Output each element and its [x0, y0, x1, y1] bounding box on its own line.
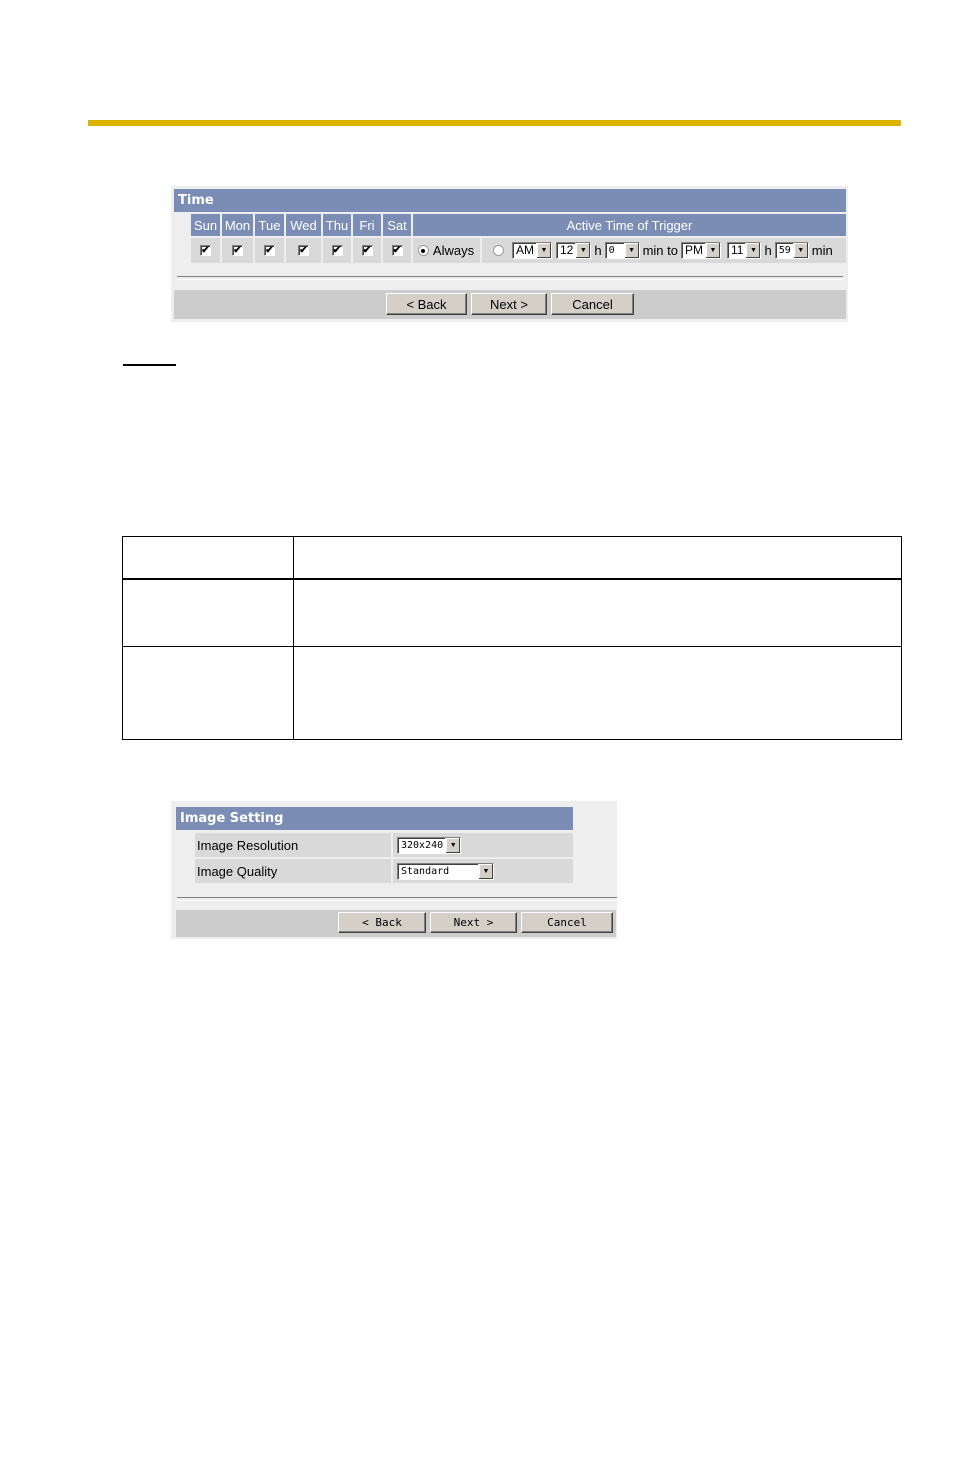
- back-button[interactable]: < Back: [386, 293, 467, 315]
- day-cell-tue: ✔: [255, 238, 284, 263]
- end-min-select[interactable]: 59 ▼: [774, 242, 809, 259]
- min-to-label: min to: [642, 243, 678, 258]
- chevron-down-icon: ▼: [478, 863, 493, 879]
- next-button[interactable]: Next >: [430, 912, 517, 933]
- checkbox-tue[interactable]: ✔: [264, 245, 275, 256]
- separator: [177, 897, 617, 901]
- checkbox-thu[interactable]: ✔: [331, 245, 343, 256]
- day-cell-mon: ✔: [222, 238, 253, 263]
- start-min-select[interactable]: 0 ▼: [604, 242, 640, 259]
- next-button[interactable]: Next >: [471, 293, 547, 315]
- end-ampm-select[interactable]: PM ▼: [681, 242, 721, 259]
- image-panel-title: Image Setting: [176, 807, 573, 830]
- checkbox-sat[interactable]: ✔: [391, 245, 403, 256]
- chevron-down-icon: ▼: [705, 243, 720, 258]
- day-cell-sat: ✔: [383, 238, 411, 263]
- table-header-cell: [123, 537, 293, 578]
- day-header-fri: Fri: [353, 214, 381, 236]
- chevron-down-icon: ▼: [445, 837, 461, 853]
- time-range-radio[interactable]: [493, 245, 504, 256]
- day-cell-sun: ✔: [191, 238, 220, 263]
- table-cell: [294, 580, 901, 646]
- start-hour-select[interactable]: 12 ▼: [556, 242, 592, 259]
- cancel-button[interactable]: Cancel: [551, 293, 634, 315]
- start-ampm-select[interactable]: AM ▼: [512, 242, 552, 259]
- day-header-thu: Thu: [323, 214, 351, 236]
- resolution-label: Image Resolution: [195, 833, 391, 857]
- note-heading-underline: [123, 364, 176, 366]
- hour-unit-label: h: [594, 243, 602, 258]
- checkbox-sun[interactable]: ✔: [200, 245, 211, 256]
- day-header-mon: Mon: [222, 214, 253, 236]
- checkbox-fri[interactable]: ✔: [361, 245, 373, 256]
- quality-select[interactable]: Standard ▼: [397, 862, 494, 880]
- end-min-value: 59: [778, 245, 791, 256]
- quality-value-cell: Standard ▼: [393, 859, 573, 883]
- chevron-down-icon: ▼: [745, 243, 761, 258]
- table-cell: [294, 647, 901, 739]
- resolution-value-cell: 320x240 ▼: [393, 833, 573, 857]
- quality-value: Standard: [401, 865, 450, 877]
- hour-unit-label: h: [764, 243, 772, 258]
- day-cell-fri: ✔: [353, 238, 381, 263]
- image-setting-panel: Image Setting Image Resolution 320x240 ▼ …: [171, 801, 617, 939]
- end-ampm-value: PM: [685, 243, 703, 257]
- always-label: Always: [432, 243, 475, 258]
- start-min-value: 0: [608, 245, 615, 256]
- separator: [177, 276, 843, 280]
- table-cell: [123, 647, 293, 739]
- checkbox-wed[interactable]: ✔: [298, 245, 309, 256]
- time-range-cell: AM ▼ 12 ▼ h 0 ▼ min to PM ▼ 11 ▼ h 59 ▼ min: [482, 238, 846, 263]
- start-ampm-value: AM: [516, 243, 534, 257]
- day-header-sun: Sun: [191, 214, 220, 236]
- chevron-down-icon: ▼: [575, 243, 591, 258]
- quality-label: Image Quality: [195, 859, 391, 883]
- cancel-button[interactable]: Cancel: [521, 912, 613, 933]
- chevron-down-icon: ▼: [623, 243, 639, 258]
- back-button[interactable]: < Back: [338, 912, 426, 933]
- min-unit-label: min: [811, 243, 833, 258]
- day-header-wed: Wed: [286, 214, 321, 236]
- day-cell-wed: ✔: [286, 238, 321, 263]
- description-table: [122, 536, 902, 740]
- resolution-value: 320x240: [401, 839, 444, 851]
- start-hour-value: 12: [560, 243, 574, 257]
- chevron-down-icon: ▼: [536, 243, 551, 258]
- radio-selected-dot: [421, 248, 426, 253]
- day-cell-thu: ✔: [323, 238, 351, 263]
- day-header-sat: Sat: [383, 214, 411, 236]
- active-time-header: Active Time of Trigger: [413, 214, 846, 236]
- chevron-down-icon: ▼: [792, 243, 808, 258]
- time-settings-panel: Time Sun Mon Tue Wed Thu Fri Sat Active …: [171, 186, 848, 322]
- time-panel-title: Time: [174, 189, 846, 212]
- end-hour-value: 11: [731, 243, 744, 257]
- always-radio[interactable]: [417, 245, 429, 256]
- end-hour-select[interactable]: 11 ▼: [727, 242, 762, 259]
- checkbox-mon[interactable]: ✔: [232, 245, 243, 256]
- resolution-select[interactable]: 320x240 ▼: [397, 836, 462, 854]
- table-cell: [123, 580, 293, 646]
- header-rule: [88, 120, 901, 126]
- always-cell: Always: [413, 238, 480, 263]
- day-header-tue: Tue: [255, 214, 284, 236]
- table-header-cell: [294, 537, 901, 578]
